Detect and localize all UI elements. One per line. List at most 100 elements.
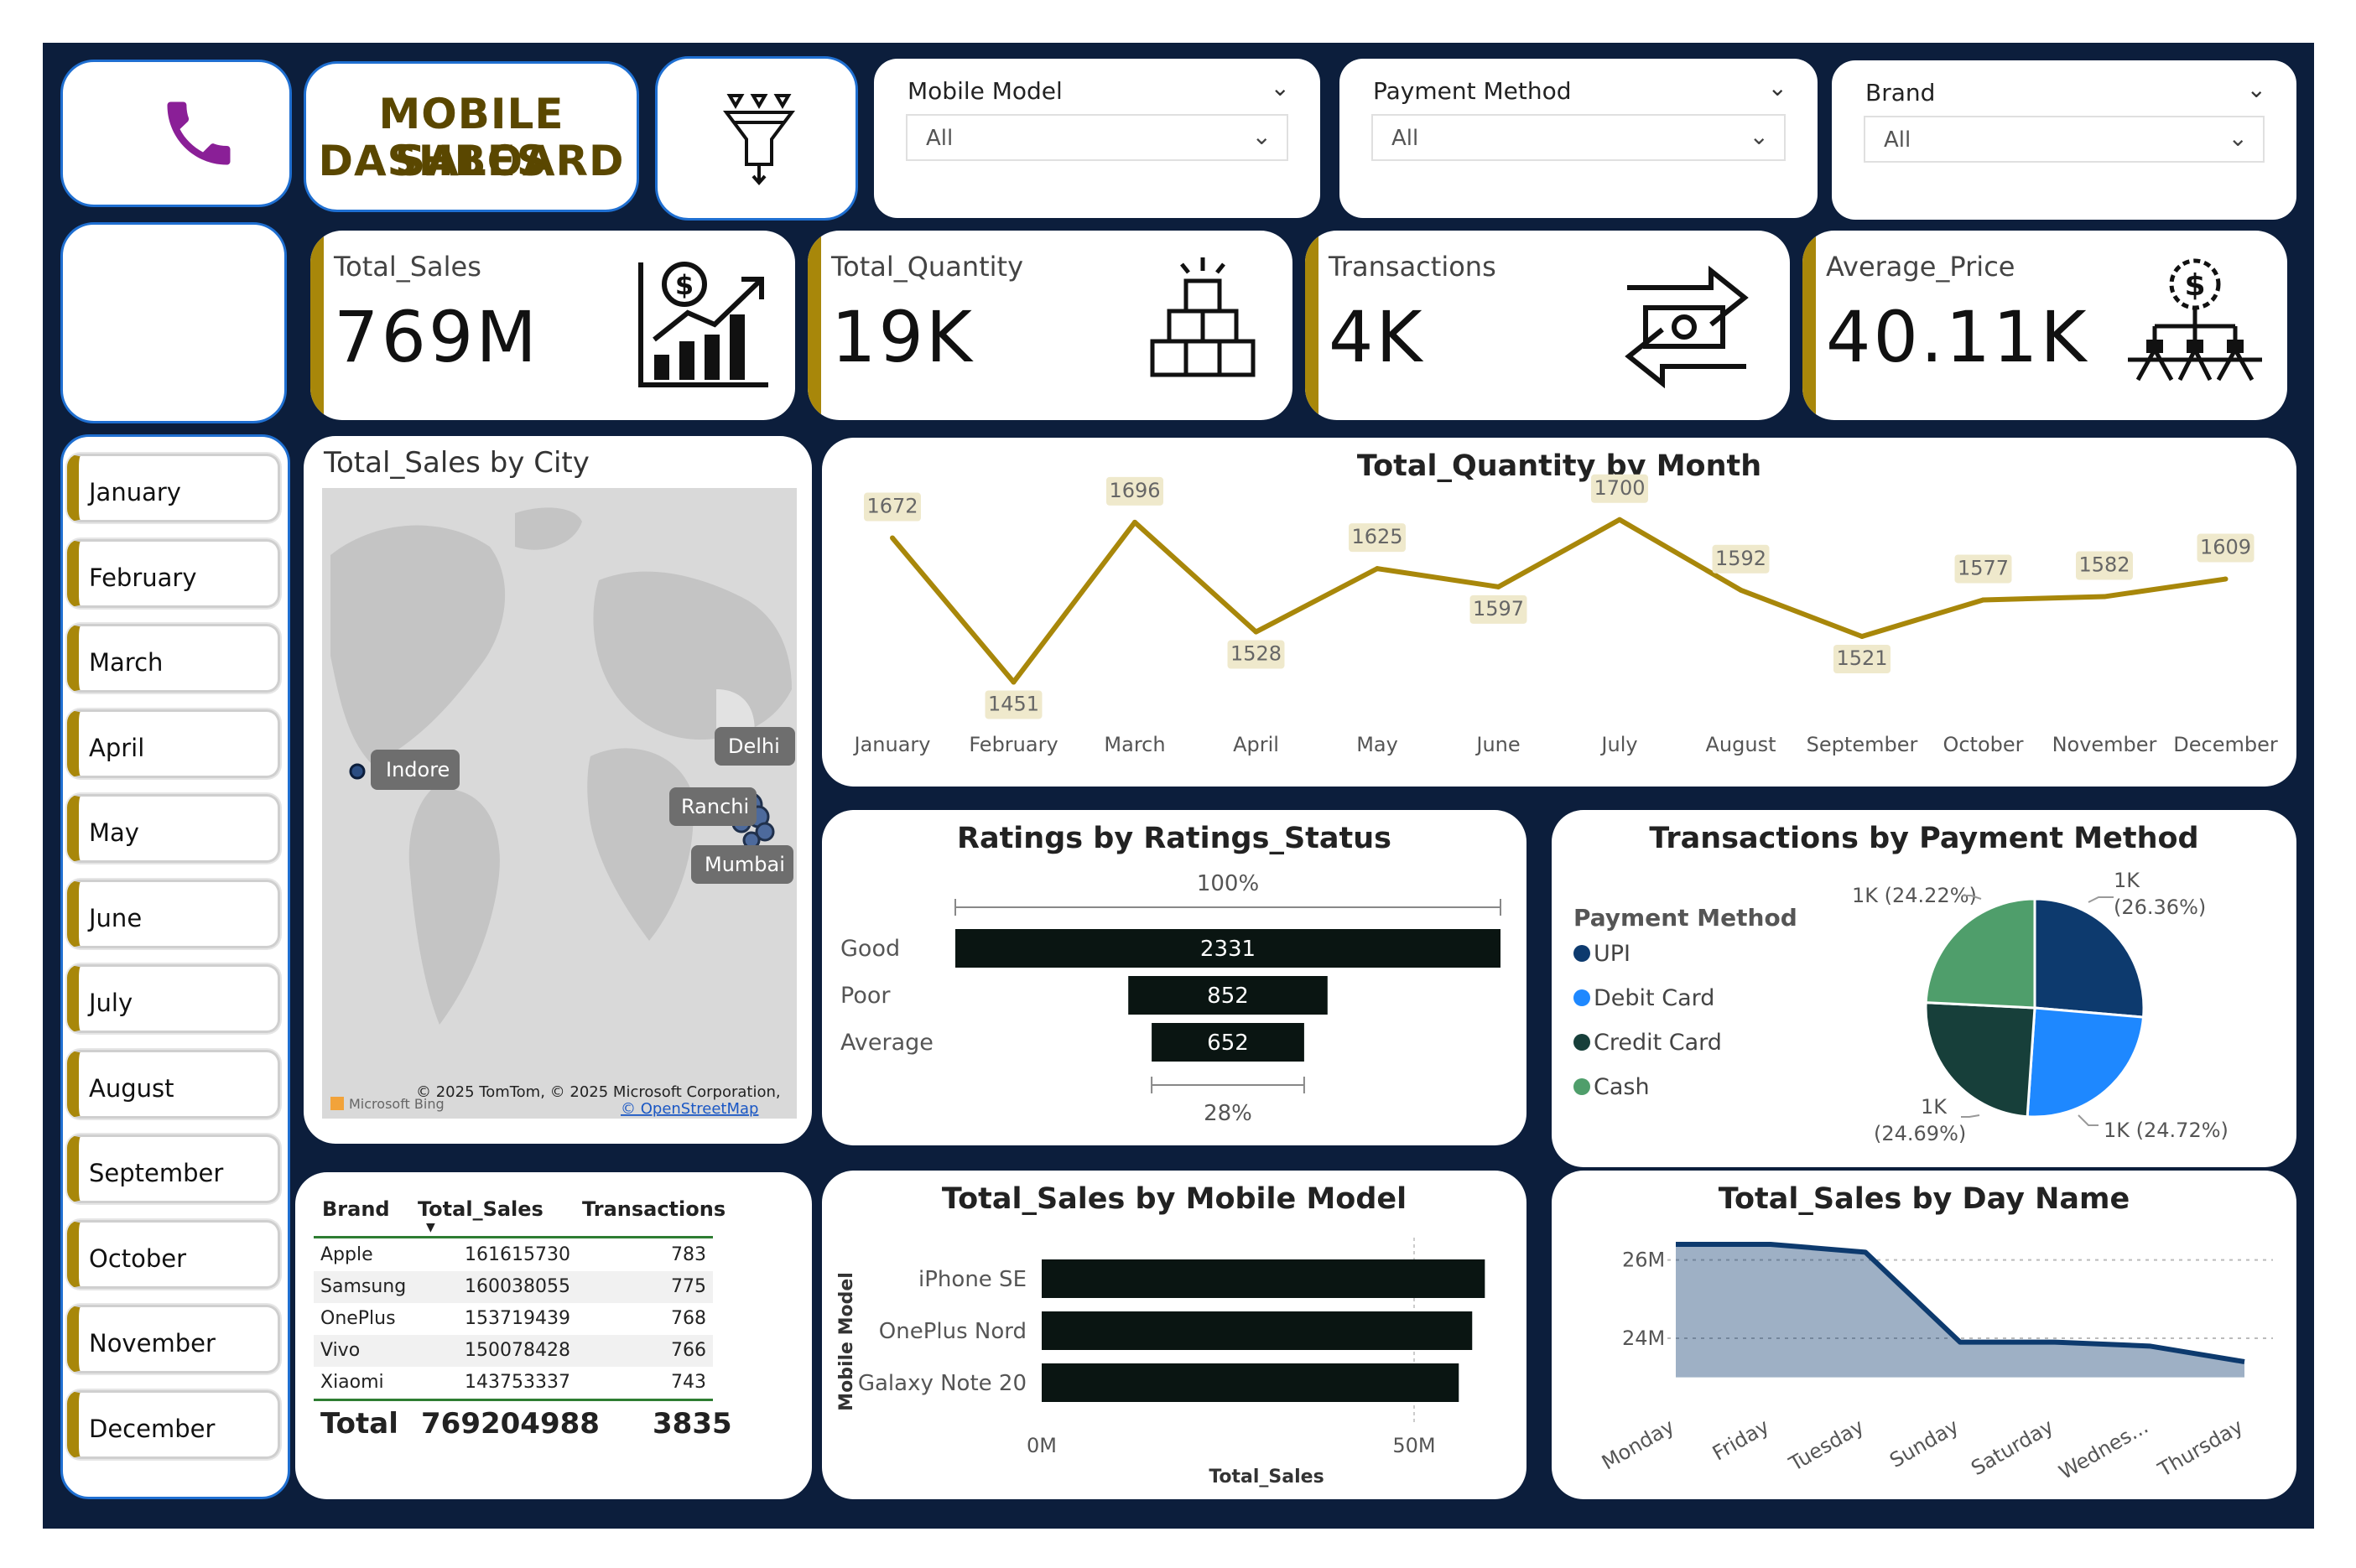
dashboard-title-card: MOBILE SALES DASHBOARD bbox=[304, 61, 639, 212]
phone-card[interactable] bbox=[60, 60, 292, 207]
mobile-model-slicer[interactable]: Mobile Model ⌄ All ⌄ bbox=[874, 59, 1320, 218]
slice-label: (24.69%) bbox=[1874, 1122, 1966, 1145]
month-label: April bbox=[89, 733, 145, 762]
money-transfer-icon bbox=[1625, 265, 1749, 389]
month-button-june[interactable]: June bbox=[67, 879, 280, 948]
x-tick-label: February bbox=[969, 733, 1058, 756]
day-area-chart[interactable]: 26M 24M Monday Friday Tuesday Sunday SaturdayW… bbox=[1552, 1171, 2296, 1499]
quantity-line-chart[interactable]: 1672 January 1451 February 1696 March 1528 Apri… bbox=[822, 438, 2296, 787]
label-leader bbox=[2088, 896, 2114, 903]
chevron-down-icon[interactable]: ⌄ bbox=[1271, 74, 1290, 101]
city-label-delhi: Delhi bbox=[728, 735, 780, 758]
table-body: Apple 161615730 783 Samsung 160038055 775 OneP… bbox=[314, 1239, 713, 1399]
legend-item: Cash bbox=[1594, 1074, 1650, 1100]
pie-slice-debit-card bbox=[2026, 1006, 2145, 1119]
col-header-brand[interactable]: Brand bbox=[322, 1197, 390, 1221]
table-row[interactable]: Samsung 160038055 775 bbox=[314, 1271, 713, 1303]
data-label: 1700 bbox=[1594, 476, 1645, 500]
data-point bbox=[1980, 597, 1986, 603]
city-label-indore: Indore bbox=[386, 758, 450, 781]
label-leader bbox=[2078, 1114, 2099, 1126]
month-label: December bbox=[89, 1414, 216, 1443]
payment-method-dropdown[interactable]: All ⌄ bbox=[1371, 114, 1786, 161]
table-row[interactable]: Xiaomi 143753337 743 bbox=[314, 1367, 713, 1399]
cell-brand: Apple bbox=[320, 1244, 373, 1265]
month-slicer[interactable]: January February March April May June July Augu… bbox=[60, 434, 290, 1499]
bar-value-label: 852 bbox=[1207, 984, 1249, 1009]
kpi-transactions: Transactions 4K bbox=[1305, 231, 1790, 420]
quantity-line bbox=[890, 517, 2226, 685]
x-tick-label: April bbox=[1233, 733, 1279, 756]
payment-pie-chart[interactable]: UPI Debit Card Credit Card Cash 1K (26.36%) 1K… bbox=[1552, 810, 2296, 1167]
cell-total-sales: 153719439 bbox=[465, 1308, 570, 1329]
brand-slicer[interactable]: Brand ⌄ All ⌄ bbox=[1832, 60, 2296, 220]
payment-method-slicer[interactable]: Payment Method ⌄ All ⌄ bbox=[1339, 59, 1818, 218]
total-sales-value: 769204988 bbox=[421, 1407, 600, 1441]
month-button-november[interactable]: November bbox=[67, 1305, 280, 1373]
col-header-transactions[interactable]: Transactions bbox=[582, 1197, 726, 1221]
kpi-label: Total_Quantity bbox=[831, 251, 1024, 283]
month-button-may[interactable]: May bbox=[67, 794, 280, 863]
mobile-model-dropdown[interactable]: All ⌄ bbox=[906, 114, 1288, 161]
category-label: OnePlus Nord bbox=[879, 1319, 1027, 1344]
cell-brand: Samsung bbox=[320, 1276, 407, 1297]
category-label: Poor bbox=[840, 983, 891, 1009]
table-row[interactable]: OnePlus 153719439 768 bbox=[314, 1303, 713, 1335]
data-label: 1597 bbox=[1473, 597, 1524, 620]
svg-text:$: $ bbox=[2184, 268, 2205, 303]
x-tick-label: 50M bbox=[1392, 1434, 1435, 1457]
month-button-july[interactable]: July bbox=[67, 964, 280, 1033]
slice-label: (26.36%) bbox=[2114, 896, 2206, 919]
world-map[interactable]: Indore Delhi Ranchi Mumbai Microsoft Bin… bbox=[322, 488, 797, 1119]
label-leader bbox=[1961, 1114, 1980, 1118]
osm-link[interactable]: © OpenStreetMap bbox=[621, 1100, 758, 1118]
month-button-september[interactable]: September bbox=[67, 1134, 280, 1203]
chevron-down-icon: ⌄ bbox=[1251, 122, 1272, 150]
data-point bbox=[1253, 629, 1259, 635]
model-bar-chart[interactable]: iPhone SE OnePlus Nord Galaxy Note 20 0M 50M… bbox=[822, 1171, 1526, 1499]
slice-label: 1K (24.72%) bbox=[2104, 1119, 2229, 1142]
header-divider bbox=[314, 1236, 713, 1238]
legend-marker bbox=[1573, 1078, 1590, 1095]
brand-dropdown[interactable]: All ⌄ bbox=[1864, 116, 2265, 163]
month-label: November bbox=[89, 1329, 216, 1358]
month-button-october[interactable]: October bbox=[67, 1219, 280, 1289]
legend-marker bbox=[1573, 1034, 1590, 1051]
data-label: 1592 bbox=[1715, 547, 1766, 570]
y-axis-title: Mobile Model bbox=[836, 1272, 857, 1411]
slicer-label: Mobile Model bbox=[908, 77, 1063, 105]
filter-card[interactable] bbox=[655, 56, 858, 221]
table-row[interactable]: Apple 161615730 783 bbox=[314, 1239, 713, 1271]
month-button-january[interactable]: January bbox=[67, 454, 280, 522]
sales-area bbox=[1676, 1244, 2244, 1378]
x-tick-label: November bbox=[2052, 733, 2157, 756]
x-tick-label: Wednes... bbox=[2055, 1415, 2152, 1484]
month-button-december[interactable]: December bbox=[67, 1389, 280, 1459]
cell-transactions: 766 bbox=[671, 1340, 706, 1361]
x-tick-label: December bbox=[2173, 733, 2278, 756]
month-button-february[interactable]: February bbox=[67, 538, 280, 608]
month-button-august[interactable]: August bbox=[67, 1049, 280, 1119]
bar-value-label: 2331 bbox=[1200, 937, 1256, 962]
table-row[interactable]: Vivo 150078428 766 bbox=[314, 1335, 713, 1367]
sales-by-day-card: Total_Sales by Day Name 26M 24M Monday Frid… bbox=[1552, 1171, 2296, 1499]
ratings-funnel-chart[interactable]: 100% 2331 Good 852 Poor 652 Average 28% bbox=[822, 810, 1526, 1145]
category-label: iPhone SE bbox=[918, 1267, 1027, 1292]
kpi-accent-bar bbox=[310, 231, 324, 420]
top-percent-label: 100% bbox=[1197, 871, 1259, 896]
total-divider bbox=[314, 1399, 713, 1401]
chevron-down-icon[interactable]: ⌄ bbox=[2247, 75, 2266, 103]
month-button-march[interactable]: March bbox=[67, 624, 280, 693]
data-label: 1521 bbox=[1836, 646, 1887, 670]
chevron-down-icon: ⌄ bbox=[2228, 124, 2248, 152]
bar-value-label: 652 bbox=[1207, 1031, 1249, 1056]
data-label: 1582 bbox=[2078, 553, 2130, 577]
month-button-april[interactable]: April bbox=[67, 709, 280, 778]
chevron-down-icon[interactable]: ⌄ bbox=[1768, 74, 1787, 101]
dropdown-value: All bbox=[1391, 126, 1419, 151]
kpi-accent-bar bbox=[808, 231, 821, 420]
month-label: May bbox=[89, 818, 139, 847]
x-tick-label: Tuesday bbox=[1785, 1415, 1868, 1477]
city-marker-indore[interactable] bbox=[349, 763, 366, 780]
col-header-total-sales[interactable]: Total_Sales bbox=[418, 1197, 543, 1221]
